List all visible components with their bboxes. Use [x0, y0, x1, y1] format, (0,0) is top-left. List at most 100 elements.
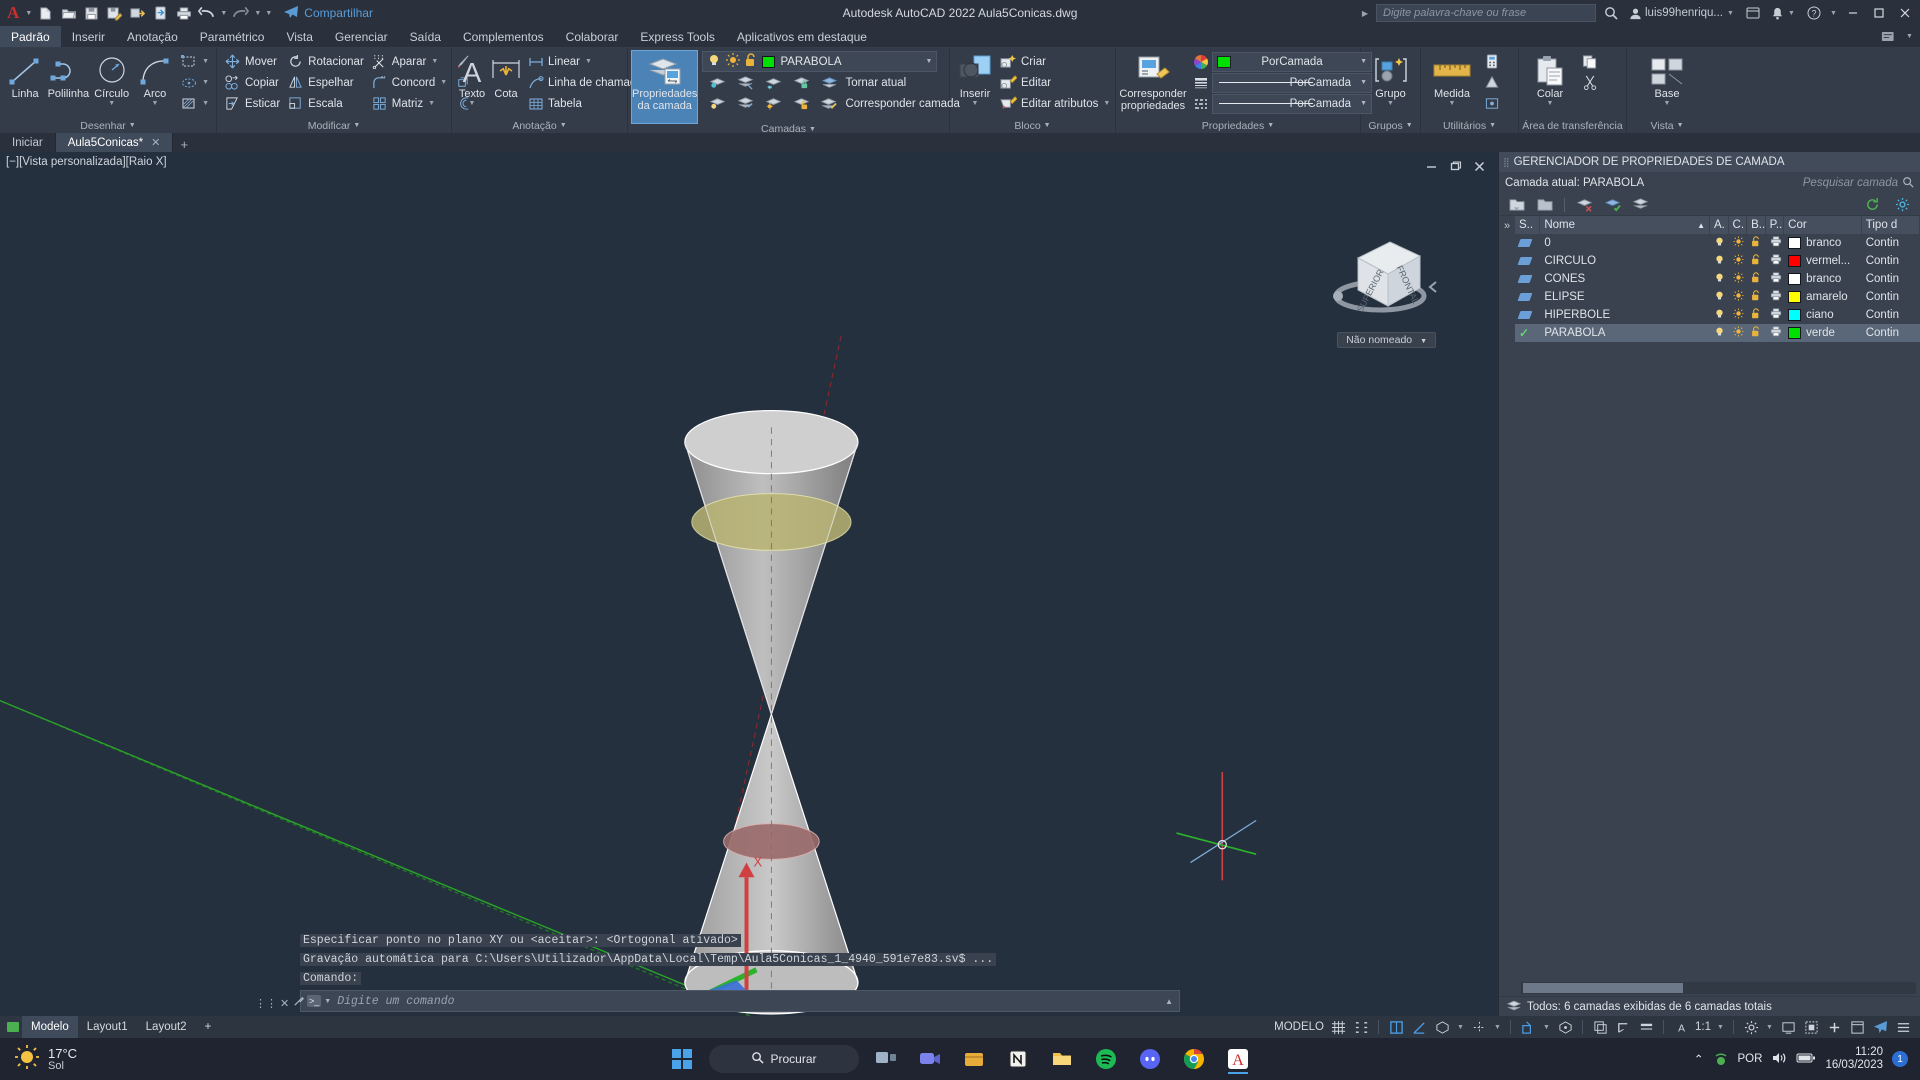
export-arrow-icon[interactable]: [127, 3, 148, 24]
set-current-layer-icon[interactable]: [817, 72, 841, 93]
unlock-icon[interactable]: [1751, 254, 1761, 268]
chrome-icon[interactable]: [1177, 1042, 1211, 1076]
command-line-close-icon[interactable]: ✕: [280, 997, 289, 1010]
autocad-icon[interactable]: A: [1221, 1042, 1255, 1076]
ortho-icon[interactable]: [1387, 1018, 1405, 1036]
clean-screen-icon[interactable]: [1848, 1018, 1866, 1036]
osnap-icon[interactable]: [1519, 1018, 1537, 1036]
customization-icon[interactable]: [1894, 1018, 1912, 1036]
workspace-gear-icon[interactable]: [1742, 1018, 1760, 1036]
cloud-sync-icon[interactable]: [150, 3, 171, 24]
help-search-input[interactable]: Digite palavra-chave ou frase: [1376, 4, 1596, 22]
tool-copiar[interactable]: Copiar: [221, 72, 283, 93]
ribbon-tab-colaborar[interactable]: Colaborar: [555, 26, 630, 47]
layer-row-elipse[interactable]: ELIPSE amarelo Contin: [1515, 288, 1920, 306]
redo-chevron-icon[interactable]: ▼: [253, 10, 262, 17]
window-minimize-button[interactable]: [1842, 2, 1864, 24]
sun-icon[interactable]: [1732, 326, 1744, 340]
store-icon[interactable]: [957, 1042, 991, 1076]
file-tab-close-icon[interactable]: ✕: [151, 136, 160, 149]
layer-unisolate-icon[interactable]: [705, 93, 729, 114]
tool-util-2[interactable]: [1480, 72, 1503, 93]
tool-grupo[interactable]: Grupo ▼: [1365, 51, 1416, 107]
undo-chevron-icon[interactable]: ▼: [219, 10, 228, 17]
tool-escala[interactable]: Escala: [284, 93, 367, 114]
panel-expand-chevron-icon[interactable]: ▼: [129, 122, 136, 129]
ribbon-workspace-icon[interactable]: [1879, 26, 1901, 48]
layer-linetype[interactable]: Contin: [1866, 309, 1899, 321]
panel-bloco-chevron-icon[interactable]: ▼: [1044, 122, 1051, 129]
tool-propriedades-da-camada[interactable]: Propriedades da camada: [630, 50, 699, 124]
layer-states-icon[interactable]: [1628, 194, 1652, 215]
lineweight-status-icon[interactable]: [1637, 1018, 1655, 1036]
sun-icon[interactable]: [1732, 236, 1744, 250]
tool-texto-dropdown-icon[interactable]: ▼: [469, 100, 476, 107]
customize-qat-icon[interactable]: ▼: [264, 10, 273, 17]
layer-color-swatch[interactable]: [1788, 255, 1802, 267]
tool-grupo-dropdown-icon[interactable]: ▼: [1387, 100, 1394, 107]
layer-on-icon[interactable]: [733, 93, 757, 114]
tool-corresponder-propriedades[interactable]: Corresponder propriedades: [1119, 51, 1187, 112]
layer-row-cones[interactable]: CONES branco Contin: [1515, 270, 1920, 288]
sun-icon[interactable]: [726, 53, 741, 70]
tool-hachura-dropdown-icon[interactable]: ▼: [201, 100, 209, 107]
tool-util-1[interactable]: [1480, 51, 1503, 72]
palette-horizontal-scrollbar[interactable]: [1521, 982, 1916, 994]
isometric-draft-icon[interactable]: [1433, 1018, 1451, 1036]
start-windows-icon[interactable]: [665, 1042, 699, 1076]
ribbon-tab-padrao[interactable]: Padrão: [0, 26, 61, 47]
ribbon-tab-parametrico[interactable]: Paramétrico: [189, 26, 276, 47]
ribbon-tab-gerenciar[interactable]: Gerenciar: [324, 26, 399, 47]
otrack-chevron-icon[interactable]: ▼: [1493, 1024, 1502, 1031]
command-line-settings-icon[interactable]: [292, 995, 305, 1011]
tool-matriz[interactable]: Matriz ▼: [368, 93, 450, 114]
refresh-icon[interactable]: [1860, 194, 1884, 215]
settings-gear-icon[interactable]: [1890, 194, 1914, 215]
column-c[interactable]: C.: [1729, 216, 1748, 234]
column-p[interactable]: P..: [1766, 216, 1785, 234]
tool-hachura[interactable]: ▼: [177, 93, 212, 114]
ribbon-tab-anotacao[interactable]: Anotação: [116, 26, 189, 47]
panel-grupos-chevron-icon[interactable]: ▼: [1406, 122, 1413, 129]
layer-color-swatch[interactable]: [1788, 291, 1802, 303]
panel-utilitarios-chevron-icon[interactable]: ▼: [1489, 122, 1496, 129]
unlock-icon[interactable]: [1751, 290, 1761, 304]
command-prompt-chevron-icon[interactable]: ▼: [324, 998, 331, 1005]
annotation-scale-chevron-icon[interactable]: ▼: [1716, 1024, 1725, 1031]
printer-icon[interactable]: [1770, 236, 1782, 250]
printer-icon[interactable]: [1770, 272, 1782, 286]
layer-freeze-icon[interactable]: [761, 72, 785, 93]
tool-aparar[interactable]: Aparar ▼: [368, 51, 450, 72]
palette-grip-icon[interactable]: ⣿: [1503, 157, 1510, 168]
tornar-atual-label[interactable]: Tornar atual: [845, 77, 906, 89]
layer-linetype[interactable]: Contin: [1866, 273, 1899, 285]
current-layer-chevron-icon[interactable]: ▼: [926, 58, 933, 65]
tool-editar-atributos-dropdown-icon[interactable]: ▼: [1102, 100, 1110, 107]
column-tipo[interactable]: Tipo d: [1862, 216, 1920, 234]
lightbulb-on-icon[interactable]: [1714, 326, 1725, 340]
lightbulb-on-icon[interactable]: [1714, 290, 1725, 304]
tool-arco[interactable]: Arco ▼: [134, 51, 176, 107]
otrack-icon[interactable]: [1470, 1018, 1488, 1036]
corresponder-camada-label[interactable]: Corresponder camada: [845, 98, 959, 110]
layer-match-icon[interactable]: [817, 93, 841, 114]
ribbon-tab-vista[interactable]: Vista: [275, 26, 323, 47]
workspace-chevron-icon[interactable]: ▼: [1765, 1024, 1774, 1031]
tab-modelo[interactable]: Modelo: [22, 1016, 78, 1038]
add-tool-icon[interactable]: [1825, 1018, 1843, 1036]
panel-camadas-chevron-icon[interactable]: ▼: [809, 126, 816, 133]
command-input[interactable]: ⋮⋮ ✕ >_ ▼ Digite um comando ▲: [255, 990, 1180, 1012]
set-current-layer-toolbar-icon[interactable]: [1600, 194, 1624, 215]
viewcube[interactable]: SUPERIOR FRONTAL: [1318, 224, 1448, 334]
layer-off-icon[interactable]: [733, 72, 757, 93]
tool-util-3[interactable]: [1480, 93, 1503, 114]
drawing-canvas[interactable]: [−][Vista personalizada][Raio X] X SUPER…: [0, 152, 1498, 1016]
tool-editar-atributos[interactable]: Editar atributos ▼: [997, 93, 1113, 114]
hardware-accel-icon[interactable]: [1779, 1018, 1797, 1036]
printer-icon[interactable]: [1770, 326, 1782, 340]
linetype-icon[interactable]: [1192, 95, 1209, 112]
printer-icon[interactable]: [1770, 254, 1782, 268]
printer-icon[interactable]: [1770, 290, 1782, 304]
file-explorer-icon[interactable]: [1045, 1042, 1079, 1076]
drawing-status-icon[interactable]: [4, 1018, 22, 1036]
